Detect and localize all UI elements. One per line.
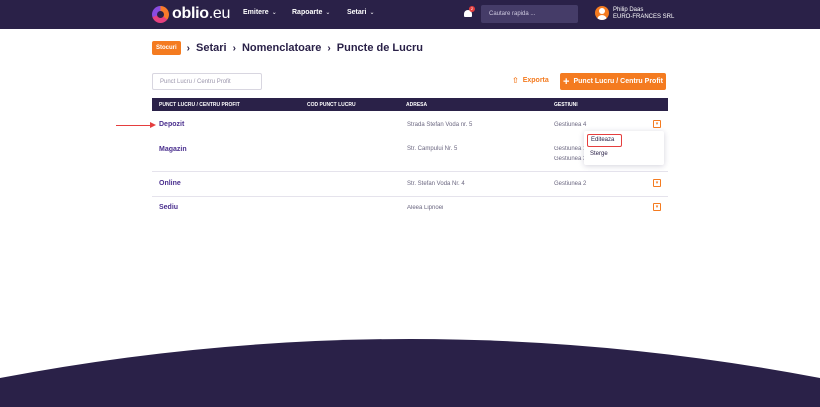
table-row-gestiuni: Gestiunea 1: [554, 146, 584, 152]
breadcrumb-separator: ›: [327, 42, 331, 54]
chevron-down-icon: ⌄: [369, 10, 375, 16]
table-row-name-sediu[interactable]: Sediu: [159, 204, 178, 211]
nav-setari-label: Setari: [347, 9, 367, 16]
row-divider: [152, 196, 668, 197]
user-name[interactable]: Philip Daas: [613, 7, 643, 13]
table-row-name-magazin[interactable]: Magazin: [159, 146, 187, 153]
table-header: PUNCT LUCRU / CENTRU PROFIT COD PUNCT LU…: [152, 98, 668, 111]
user-company[interactable]: EURO-FRANCES SRL: [613, 14, 674, 20]
nav-emitere-label: Emitere: [243, 9, 269, 16]
logo-text: oblio.eu: [172, 5, 231, 22]
delete-menu-item[interactable]: Sterge: [590, 151, 608, 157]
quick-search-input[interactable]: Cautare rapida ...: [481, 5, 578, 23]
table-row-address: Aleea Lipnoei: [407, 205, 444, 211]
chevron-down-icon: ⌄: [271, 10, 277, 16]
row-actions-dropdown-icon[interactable]: ▾: [653, 179, 661, 187]
column-header-name[interactable]: PUNCT LUCRU / CENTRU PROFIT: [159, 102, 240, 108]
table-row-gestiuni: Gestiunea 4: [554, 122, 587, 128]
top-navbar: oblio.eu Emitere ⌄ Rapoarte ⌄ Setari ⌄ 2…: [0, 0, 820, 29]
nav-rapoarte-label: Rapoarte: [292, 9, 323, 16]
column-header-gestiuni[interactable]: GESTIUNI: [554, 102, 578, 108]
column-header-address[interactable]: ADRESA: [406, 102, 427, 108]
annotation-arrow-icon: [150, 122, 156, 128]
table-row-address: Strada Stefan Voda nr. 5: [407, 122, 473, 128]
breadcrumb-item-nomenclatoare[interactable]: Nomenclatoare: [242, 42, 321, 54]
plus-icon: +: [563, 75, 570, 88]
breadcrumb-separator: ›: [232, 42, 236, 54]
column-header-code[interactable]: COD PUNCT LUCRU: [307, 102, 356, 108]
breadcrumb-item-current: Puncte de Lucru: [336, 42, 423, 54]
add-work-point-label: Punct Lucru / Centru Profit: [573, 78, 663, 85]
export-icon: ⇧: [512, 76, 519, 85]
breadcrumb-item-setari[interactable]: Setari: [196, 42, 227, 54]
notifications-bell-icon[interactable]: 2: [463, 6, 475, 18]
table-row-name-online[interactable]: Online: [159, 180, 181, 187]
row-actions-dropdown-icon[interactable]: ▾: [653, 203, 661, 211]
table-row-address: Str. Campului Nr. 5: [407, 146, 458, 152]
table-row-gestiuni: Gestiunea 2: [554, 181, 587, 187]
annotation-arrow-line: [116, 125, 152, 126]
row-divider: [152, 171, 668, 172]
export-button[interactable]: ⇧ Exporta: [512, 76, 549, 85]
avatar-shoulders: [597, 15, 607, 20]
nav-rapoarte[interactable]: Rapoarte ⌄: [292, 9, 330, 16]
chevron-down-icon: ⌄: [325, 10, 331, 16]
add-work-point-button[interactable]: + Punct Lucru / Centru Profit: [560, 73, 666, 90]
filter-search-input[interactable]: Punct Lucru / Centru Profit: [152, 73, 262, 90]
user-avatar[interactable]: [595, 6, 609, 20]
edit-menu-item[interactable]: Editeaza: [587, 134, 622, 147]
export-label: Exporta: [522, 77, 549, 84]
app-logo[interactable]: oblio.eu: [152, 5, 230, 23]
nav-emitere[interactable]: Emitere ⌄: [243, 9, 277, 16]
table-row-gestiuni-secondary: Gestiunea 3: [554, 156, 584, 162]
table-row-name-depozit[interactable]: Depozit: [159, 121, 184, 128]
row-actions-dropdown-icon[interactable]: ▾: [653, 120, 661, 128]
nav-setari[interactable]: Setari ⌄: [347, 9, 375, 16]
breadcrumb-module-badge[interactable]: Stocuri: [152, 41, 181, 55]
notification-badge: 2: [469, 6, 475, 12]
footer-wave-decoration: [0, 339, 820, 407]
breadcrumb-separator: ›: [186, 42, 191, 54]
row-actions-menu: Editeaza Sterge: [584, 131, 664, 165]
breadcrumb: Stocuri › Setari › Nomenclatoare › Punct…: [152, 41, 423, 55]
avatar-head: [599, 8, 605, 14]
table-row-address: Str. Stefan Voda Nr. 4: [407, 181, 465, 187]
logo-mark-icon: [152, 5, 169, 23]
